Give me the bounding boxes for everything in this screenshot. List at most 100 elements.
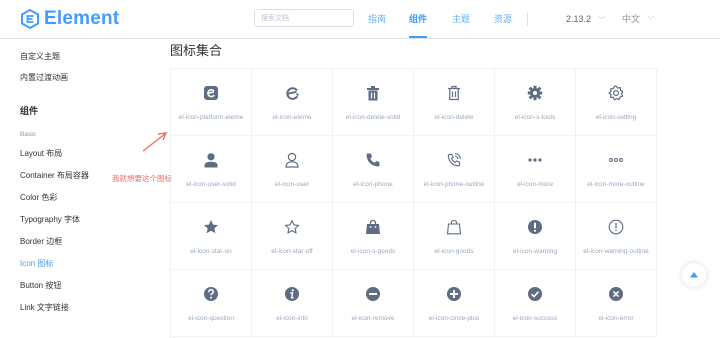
- sidebar-item-icon[interactable]: Icon 图标: [20, 258, 53, 269]
- icon-cell[interactable]: el-icon-setting: [576, 69, 657, 136]
- sidebar-item-button[interactable]: Button 按钮: [20, 280, 61, 291]
- icon-cell[interactable]: el-icon-question: [171, 270, 252, 337]
- search-input[interactable]: 搜索文档: [254, 9, 354, 27]
- icon-cell[interactable]: el-icon-info: [252, 270, 333, 337]
- nav-divider: [527, 13, 528, 26]
- icon-cell[interactable]: el-icon-circle-plus: [414, 270, 495, 337]
- user-icon: [285, 152, 299, 168]
- annotation-arrow-icon: [142, 132, 168, 152]
- icon-name: el-icon-success: [512, 315, 558, 322]
- sidebar-item-transition[interactable]: 内置过渡动画: [20, 72, 68, 83]
- icon-name: el-icon-more: [516, 181, 554, 188]
- icon-name: el-icon-phone: [353, 181, 393, 188]
- icon-name: el-icon-user: [275, 181, 309, 188]
- success-icon: [528, 287, 542, 301]
- circle-plus-icon: [447, 287, 461, 301]
- sidebar-item-typography[interactable]: Typography 字体: [20, 214, 80, 225]
- setting-icon: [608, 85, 624, 101]
- star-off-icon: [284, 219, 300, 234]
- language-select[interactable]: 中文 ﹀: [622, 0, 655, 40]
- icon-name: el-icon-delete: [434, 114, 474, 121]
- icon-name: el-icon-eleme: [272, 114, 312, 121]
- icon-cell[interactable]: el-icon-star-on: [171, 203, 252, 270]
- nav-guide[interactable]: 指南: [368, 0, 386, 38]
- info-icon: [285, 287, 299, 301]
- icon-cell[interactable]: el-icon-star-off: [252, 203, 333, 270]
- sidebar-item-custom-theme[interactable]: 自定义主题: [20, 51, 60, 62]
- icon-cell[interactable]: el-icon-goods: [414, 203, 495, 270]
- icon-name: el-icon-more-outline: [587, 181, 645, 188]
- icon-cell[interactable]: el-icon-success: [495, 270, 576, 337]
- delete-solid-icon: [367, 86, 379, 101]
- icon-name: el-icon-user-solid: [186, 181, 236, 188]
- logo[interactable]: Element: [20, 8, 119, 30]
- icon-cell[interactable]: el-icon-more: [495, 136, 576, 203]
- icon-cell[interactable]: el-icon-user: [252, 136, 333, 203]
- question-icon: [204, 287, 218, 301]
- sidebar-caption-basic: Basic: [20, 131, 36, 138]
- language-label: 中文: [622, 14, 641, 24]
- icon-name: el-icon-platform-eleme: [178, 114, 244, 121]
- icon-cell[interactable]: el-icon-delete-solid: [333, 69, 414, 136]
- warning-icon: [528, 220, 542, 234]
- more-icon: [528, 158, 542, 162]
- icon-cell[interactable]: el-icon-remove: [333, 270, 414, 337]
- remove-icon: [366, 287, 380, 301]
- eleme-icon: [286, 87, 299, 100]
- icon-name: el-icon-s-goods: [350, 248, 396, 255]
- icon-cell[interactable]: el-icon-warning: [495, 203, 576, 270]
- platform-eleme-icon: [204, 86, 218, 100]
- annotation-text: 我就想要这个图标: [112, 174, 172, 183]
- icon-name: el-icon-phone-outline: [423, 181, 485, 188]
- icon-name: el-icon-question: [188, 315, 234, 322]
- sidebar-item-border[interactable]: Border 边框: [20, 236, 62, 247]
- caret-top-icon: [690, 272, 698, 278]
- icon-cell[interactable]: el-icon-error: [576, 270, 657, 337]
- warning-outline-icon: [608, 219, 624, 235]
- version-label: 2.13.2: [566, 14, 592, 24]
- nav-theme[interactable]: 主题: [452, 0, 470, 38]
- sidebar-item-container[interactable]: Container 布局容器: [20, 170, 89, 181]
- icon-grid: el-icon-platform-eleme el-icon-eleme el-…: [170, 68, 657, 338]
- goods-icon: [446, 219, 462, 235]
- icon-cell[interactable]: el-icon-platform-eleme: [171, 69, 252, 136]
- icon-cell[interactable]: el-icon-s-tools: [495, 69, 576, 136]
- sidebar-item-layout[interactable]: Layout 布局: [20, 148, 62, 159]
- icon-name: el-icon-info: [276, 315, 308, 322]
- chevron-down-icon: ﹀: [647, 17, 655, 24]
- icon-name: el-icon-error: [598, 315, 634, 322]
- nav-component[interactable]: 组件: [409, 0, 428, 38]
- element-logo-icon: [21, 9, 39, 29]
- s-goods-icon: [366, 219, 380, 234]
- sidebar: 自定义主题 内置过渡动画 组件 Basic Layout 布局 Containe…: [0, 39, 150, 333]
- icon-cell[interactable]: el-icon-warning-outline: [576, 203, 657, 270]
- nav-resource[interactable]: 资源: [494, 0, 512, 38]
- icon-cell[interactable]: el-icon-eleme: [252, 69, 333, 136]
- icon-cell[interactable]: el-icon-user-solid: [171, 136, 252, 203]
- back-to-top-button[interactable]: [682, 263, 706, 287]
- icon-cell[interactable]: el-icon-phone-outline: [414, 136, 495, 203]
- sidebar-item-link[interactable]: Link 文字链接: [20, 302, 69, 313]
- phone-icon: [366, 153, 380, 167]
- icon-name: el-icon-warning-outline: [583, 248, 649, 255]
- icon-name: el-icon-setting: [595, 114, 637, 121]
- icon-cell[interactable]: el-icon-delete: [414, 69, 495, 136]
- logo-text: Element: [44, 8, 120, 29]
- user-solid-icon: [204, 153, 218, 168]
- error-icon: [609, 287, 623, 301]
- icon-cell[interactable]: el-icon-more-outline: [576, 136, 657, 203]
- icon-cell[interactable]: el-icon-s-goods: [333, 203, 414, 270]
- star-on-icon: [204, 220, 218, 234]
- s-tools-icon: [527, 85, 543, 101]
- more-outline-icon: [609, 158, 623, 162]
- version-select[interactable]: 2.13.2 ﹀: [566, 0, 606, 40]
- icon-name: el-icon-s-tools: [514, 114, 556, 121]
- sidebar-item-color[interactable]: Color 色彩: [20, 192, 57, 203]
- phone-outline-icon: [447, 152, 462, 167]
- icon-cell[interactable]: el-icon-phone: [333, 136, 414, 203]
- chevron-down-icon: ﹀: [598, 17, 606, 24]
- icon-name: el-icon-warning: [512, 248, 558, 255]
- delete-icon: [448, 85, 460, 101]
- top-header: Element 搜索文档 指南 组件 主题 资源 2.13.2 ﹀ 中文 ﹀: [0, 0, 720, 39]
- icon-name: el-icon-delete-solid: [345, 114, 401, 121]
